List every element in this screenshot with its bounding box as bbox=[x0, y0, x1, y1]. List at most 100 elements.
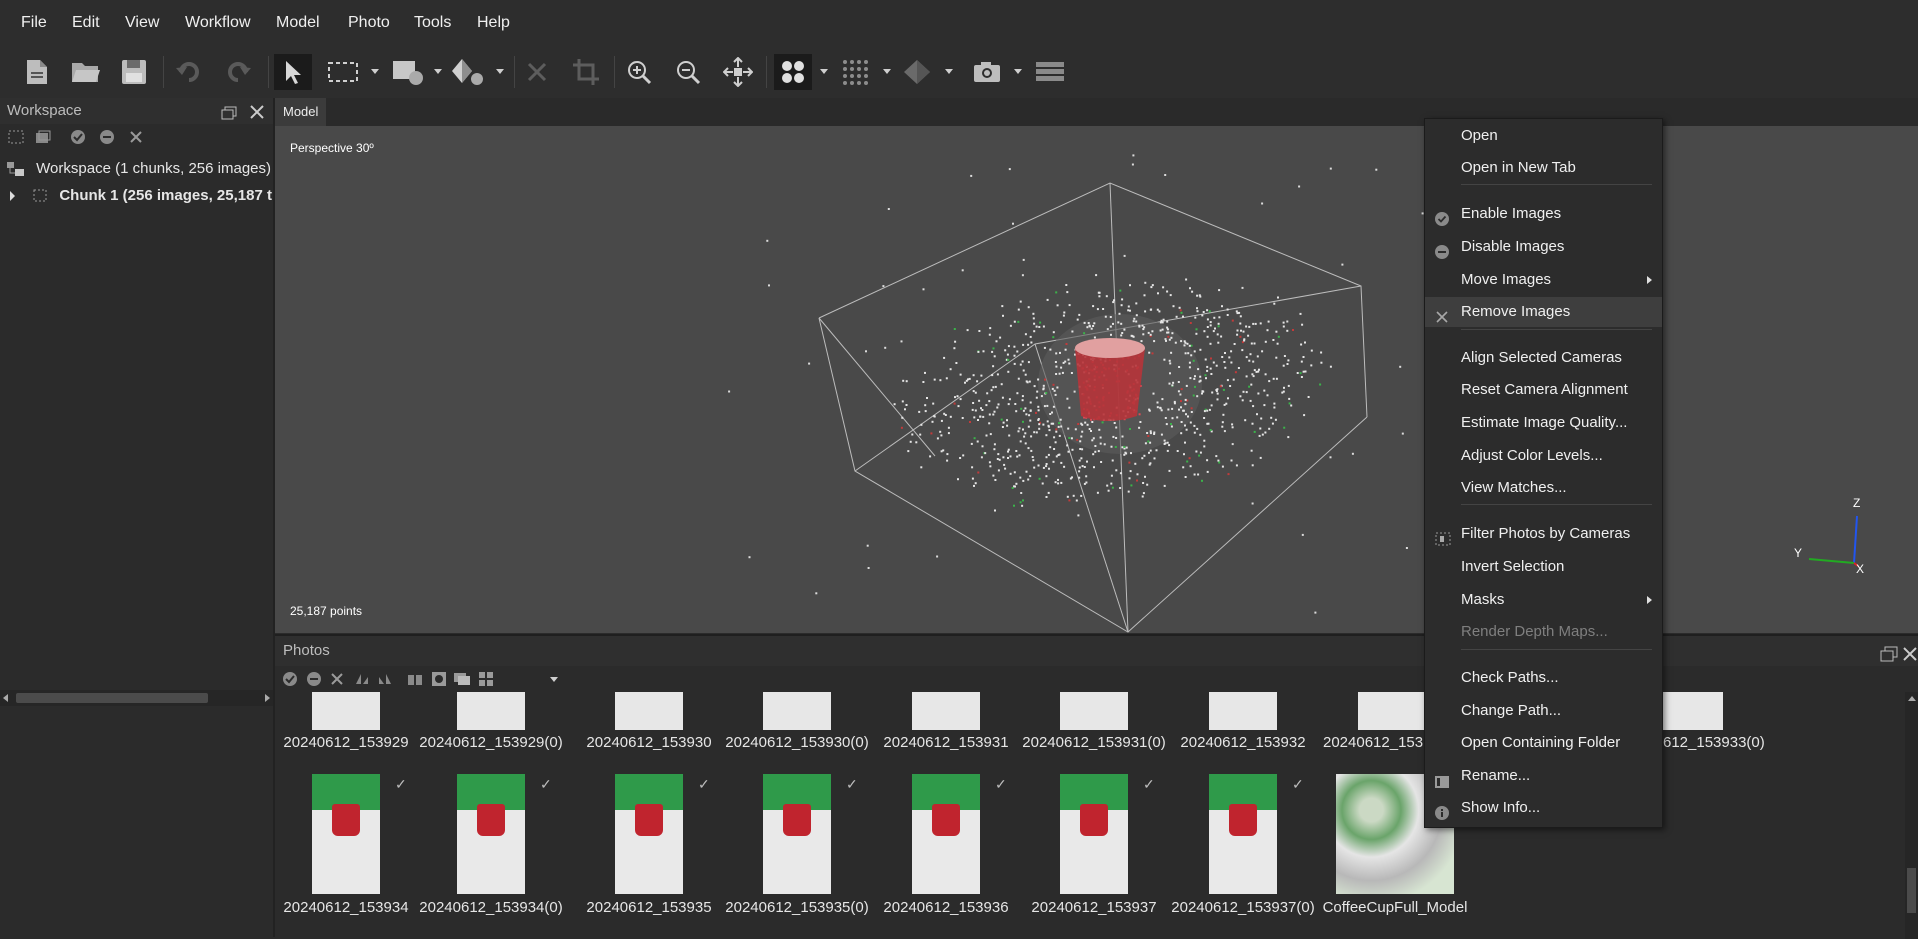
menu-item-enable-images[interactable]: Enable Images bbox=[1425, 199, 1662, 229]
cloud-point bbox=[1055, 365, 1058, 368]
model-shaded-icon[interactable] bbox=[898, 54, 936, 90]
view-mode-dropdown-icon[interactable] bbox=[550, 677, 558, 682]
rotate-right-icon[interactable] bbox=[376, 670, 394, 688]
thumb-image[interactable] bbox=[1060, 774, 1128, 894]
menu-item-invert-selection[interactable]: Invert Selection bbox=[1425, 552, 1662, 582]
open-folder-icon[interactable] bbox=[67, 54, 105, 90]
cloud-point bbox=[1258, 368, 1260, 371]
thumb-image[interactable] bbox=[1060, 692, 1128, 730]
grid-view-icon[interactable] bbox=[477, 670, 495, 688]
redo-icon[interactable] bbox=[219, 54, 257, 90]
new-document-icon[interactable] bbox=[18, 54, 56, 90]
menu-edit[interactable]: Edit bbox=[72, 14, 100, 32]
transform-object-icon[interactable] bbox=[449, 54, 487, 90]
menu-item-view-matches[interactable]: View Matches... bbox=[1425, 473, 1662, 503]
enable-icon[interactable] bbox=[69, 128, 87, 146]
menu-item-masks[interactable]: Masks bbox=[1425, 585, 1662, 615]
menu-item-rename[interactable]: Rename... bbox=[1425, 761, 1662, 791]
thumb-image[interactable] bbox=[763, 692, 831, 730]
zoom-out-icon[interactable] bbox=[669, 54, 707, 90]
workspace-root-row[interactable]: Workspace (1 chunks, 256 images) bbox=[6, 156, 273, 182]
expand-arrow-icon[interactable] bbox=[10, 191, 15, 202]
cloud-point bbox=[1042, 423, 1045, 426]
menu-item-change-path[interactable]: Change Path... bbox=[1425, 696, 1662, 726]
cloud-point bbox=[1103, 443, 1106, 446]
menu-item-show-info[interactable]: Show Info... bbox=[1425, 793, 1662, 823]
scrollbar-thumb[interactable] bbox=[16, 693, 208, 703]
menu-item-open[interactable]: Open bbox=[1425, 121, 1662, 151]
menu-help[interactable]: Help bbox=[477, 14, 510, 32]
photos-scrollbar-thumb[interactable] bbox=[1907, 868, 1916, 913]
menu-item-filter-photos-by-cameras[interactable]: Filter Photos by Cameras bbox=[1425, 519, 1662, 549]
menu-item-align-selected-cameras[interactable]: Align Selected Cameras bbox=[1425, 343, 1662, 373]
tab-model[interactable]: Model bbox=[275, 98, 327, 126]
layers-icon[interactable] bbox=[1031, 54, 1069, 90]
zoom-in-icon[interactable] bbox=[620, 54, 658, 90]
reset-view-icon[interactable] bbox=[719, 54, 757, 90]
disable-icon[interactable] bbox=[98, 128, 116, 146]
add-photos-icon[interactable] bbox=[34, 128, 52, 146]
menu-item-open-containing-folder[interactable]: Open Containing Folder bbox=[1425, 728, 1662, 758]
thumb-image[interactable] bbox=[1209, 774, 1277, 894]
cloud-point bbox=[1046, 404, 1049, 407]
add-chunk-icon[interactable] bbox=[7, 128, 25, 146]
cloud-point bbox=[915, 441, 918, 444]
cloud-point bbox=[1319, 383, 1322, 386]
menu-item-check-paths[interactable]: Check Paths... bbox=[1425, 663, 1662, 693]
mask-icon[interactable] bbox=[430, 670, 448, 688]
menu-item-move-images[interactable]: Move Images bbox=[1425, 265, 1662, 295]
thumb-image[interactable] bbox=[312, 692, 380, 730]
binoculars-icon[interactable] bbox=[406, 670, 424, 688]
delete-selection-icon[interactable] bbox=[518, 54, 556, 90]
menu-photo[interactable]: Photo bbox=[348, 14, 390, 32]
stack-view-icon[interactable] bbox=[453, 670, 471, 688]
thumb-image[interactable] bbox=[615, 774, 683, 894]
thumb-image[interactable] bbox=[312, 774, 380, 894]
menu-workflow[interactable]: Workflow bbox=[185, 14, 251, 32]
menu-item-remove-images[interactable]: Remove Images bbox=[1425, 297, 1662, 327]
scroll-right-arrow-icon[interactable] bbox=[265, 694, 270, 702]
photos-vertical-scrollbar[interactable] bbox=[1905, 692, 1918, 939]
crop-icon[interactable] bbox=[567, 54, 605, 90]
navigation-hand-icon[interactable] bbox=[389, 54, 427, 90]
dense-cloud-icon[interactable] bbox=[836, 54, 874, 90]
menu-item-render-depth-maps[interactable]: Render Depth Maps... bbox=[1425, 617, 1662, 647]
photos-disable-icon[interactable] bbox=[305, 670, 323, 688]
rotate-left-icon[interactable] bbox=[353, 670, 371, 688]
remove-icon[interactable] bbox=[127, 128, 145, 146]
cloud-point bbox=[1216, 392, 1219, 395]
thumb-image[interactable] bbox=[912, 692, 980, 730]
thumb-image[interactable] bbox=[615, 692, 683, 730]
model-viewport[interactable]: Perspective 30º 25,187 points Z Y X bbox=[275, 126, 1918, 633]
thumb-image[interactable] bbox=[912, 774, 980, 894]
cloud-point bbox=[1017, 377, 1020, 380]
camera-icon[interactable] bbox=[968, 54, 1006, 90]
thumb-image[interactable] bbox=[1358, 692, 1424, 730]
menu-view[interactable]: View bbox=[125, 14, 159, 32]
menu-model[interactable]: Model bbox=[276, 14, 320, 32]
point-cloud-icon[interactable] bbox=[774, 54, 812, 90]
scroll-left-arrow-icon[interactable] bbox=[3, 694, 8, 702]
thumb-image[interactable] bbox=[763, 774, 831, 894]
chunk-row[interactable]: Chunk 1 (256 images, 25,187 ti bbox=[10, 183, 273, 209]
scroll-up-arrow-icon[interactable] bbox=[1908, 696, 1916, 701]
workspace-horizontal-scrollbar[interactable] bbox=[0, 690, 273, 706]
menu-item-reset-camera-alignment[interactable]: Reset Camera Alignment bbox=[1425, 375, 1662, 405]
menu-file[interactable]: File bbox=[21, 14, 47, 32]
thumb-image[interactable] bbox=[1655, 692, 1723, 730]
photos-remove-icon[interactable] bbox=[328, 670, 346, 688]
save-icon[interactable] bbox=[115, 54, 153, 90]
thumb-image[interactable] bbox=[457, 692, 525, 730]
select-arrow-icon[interactable] bbox=[274, 54, 312, 90]
menu-item-estimate-image-quality[interactable]: Estimate Image Quality... bbox=[1425, 408, 1662, 438]
cloud-point bbox=[1032, 312, 1035, 315]
menu-item-adjust-color-levels[interactable]: Adjust Color Levels... bbox=[1425, 441, 1662, 471]
thumb-image[interactable] bbox=[1209, 692, 1277, 730]
photos-enable-icon[interactable] bbox=[281, 670, 299, 688]
undo-icon[interactable] bbox=[170, 54, 208, 90]
menu-tools[interactable]: Tools bbox=[414, 14, 451, 32]
rectangle-selection-icon[interactable] bbox=[324, 54, 362, 90]
menu-item-open-in-new-tab[interactable]: Open in New Tab bbox=[1425, 153, 1662, 183]
menu-item-disable-images[interactable]: Disable Images bbox=[1425, 232, 1662, 262]
thumb-image[interactable] bbox=[457, 774, 525, 894]
